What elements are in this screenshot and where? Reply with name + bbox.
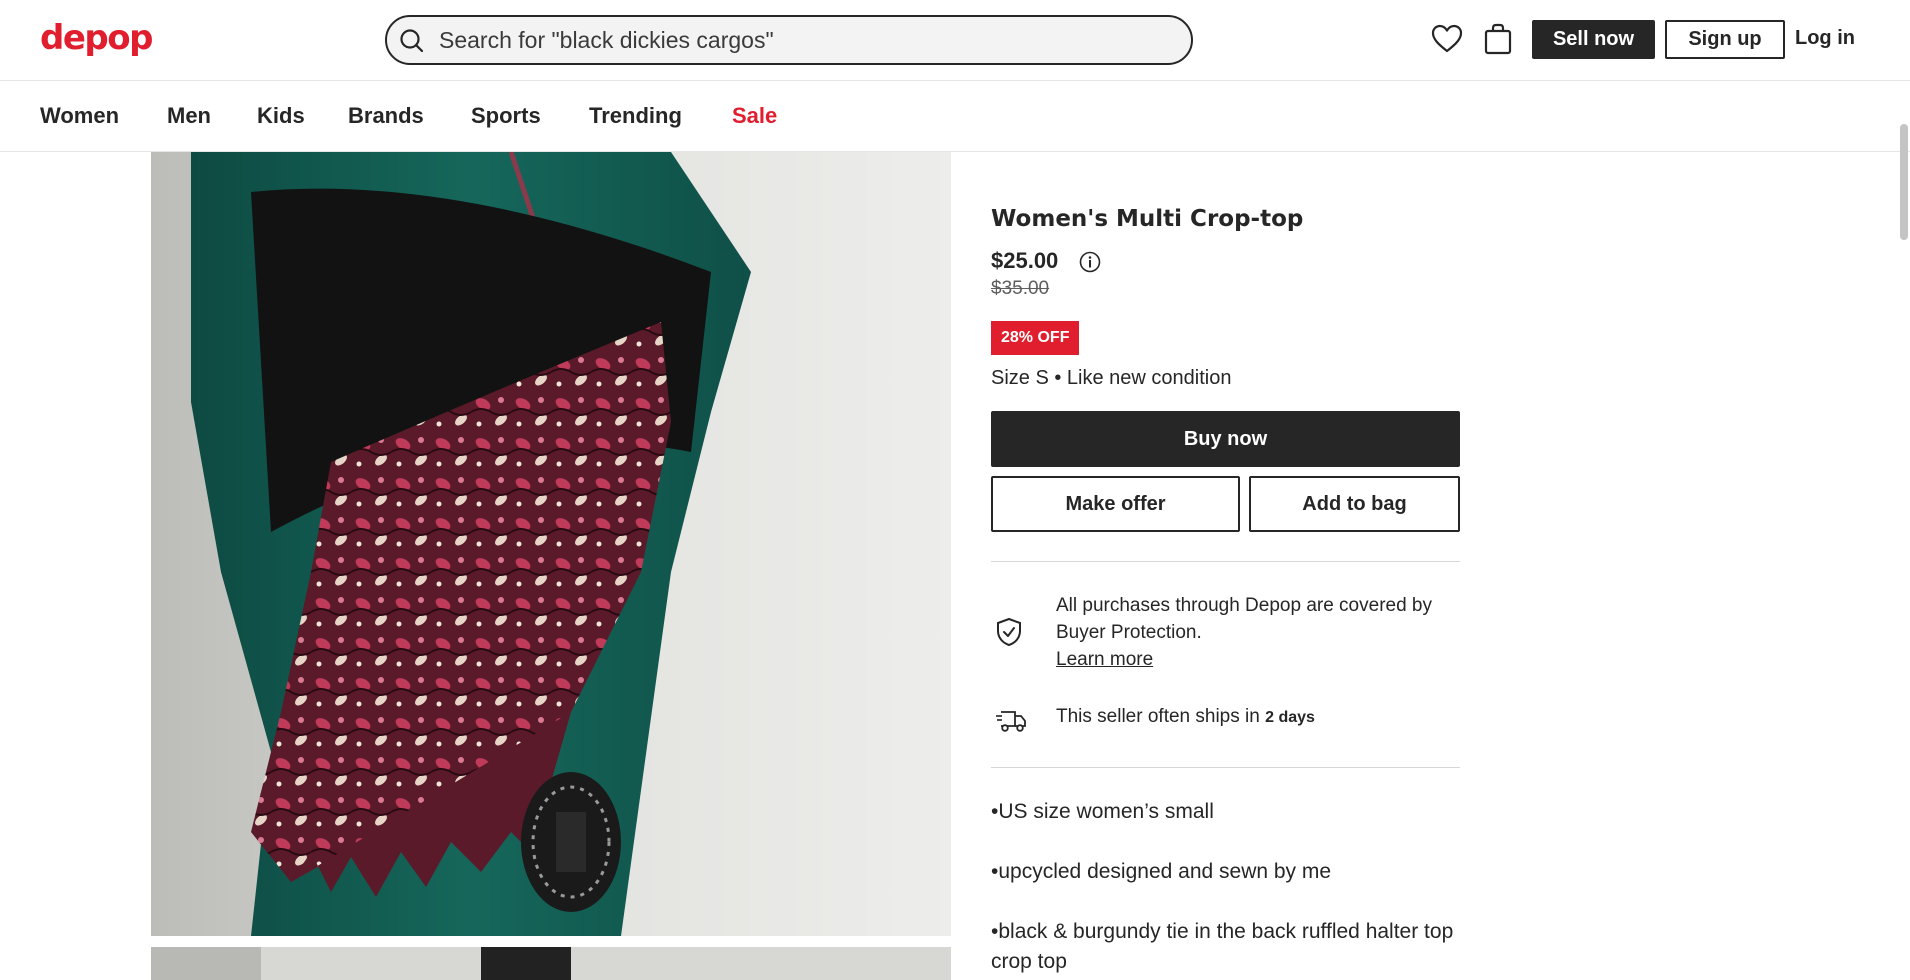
heart-icon[interactable] [1430,22,1464,56]
divider [991,561,1460,562]
learn-more-link[interactable]: Learn more [1056,646,1456,673]
make-offer-button[interactable]: Make offer [991,476,1240,532]
size-condition: Size S • Like new condition [991,367,1232,389]
search-bar[interactable] [385,15,1193,65]
original-price: $35.00 [991,278,1050,299]
category-nav: Women Men Kids Brands Sports Trending Sa… [0,81,1910,152]
depop-logo[interactable]: depop [40,18,153,58]
divider [991,767,1460,768]
ships-days: 2 days [1265,709,1315,726]
log-in-link[interactable]: Log in [1795,27,1855,50]
description-line: •black & burgundy tie in the back ruffle… [991,920,1454,973]
product-price: $25.00 [991,248,1059,273]
discount-badge: 28% OFF [991,321,1080,355]
nav-item-women[interactable]: Women [40,103,119,129]
nav-item-men[interactable]: Men [167,103,211,129]
site-header: depop Sell now Sign up Log in [0,0,1910,81]
nav-item-sale[interactable]: Sale [732,103,777,129]
shopping-bag-icon[interactable] [1481,22,1515,56]
product-image-main[interactable] [151,152,951,936]
description-line: •upcycled designed and sewn by me [991,860,1332,883]
product-photo-second [151,947,951,980]
nav-item-trending[interactable]: Trending [589,103,682,129]
search-icon [400,29,424,53]
product-title: Women's Multi Crop-top [991,206,1304,232]
shield-check-icon [997,617,1021,647]
description-line: •US size women’s small [991,800,1214,823]
nav-item-sports[interactable]: Sports [471,103,541,129]
sign-up-button[interactable]: Sign up [1665,20,1785,59]
sell-now-button[interactable]: Sell now [1532,20,1655,59]
nav-item-kids[interactable]: Kids [257,103,305,129]
buyer-protection-message: All purchases through Depop are covered … [1056,595,1433,643]
page-scrollbar[interactable] [1900,124,1908,240]
search-input[interactable] [439,25,1159,55]
nav-item-brands[interactable]: Brands [348,103,424,129]
product-description: •US size women’s small •upcycled designe… [991,797,1460,980]
buy-now-button[interactable]: Buy now [991,411,1460,467]
product-image-second[interactable] [151,947,951,980]
product-photo [151,152,951,936]
info-icon[interactable] [1079,251,1101,273]
shipping-info: This seller often ships in 2 days [1056,706,1315,728]
add-to-bag-button[interactable]: Add to bag [1249,476,1460,532]
ships-label: This seller often ships in [1056,706,1260,727]
delivery-truck-icon [996,711,1026,732]
buyer-protection-text: All purchases through Depop are covered … [1056,592,1456,673]
